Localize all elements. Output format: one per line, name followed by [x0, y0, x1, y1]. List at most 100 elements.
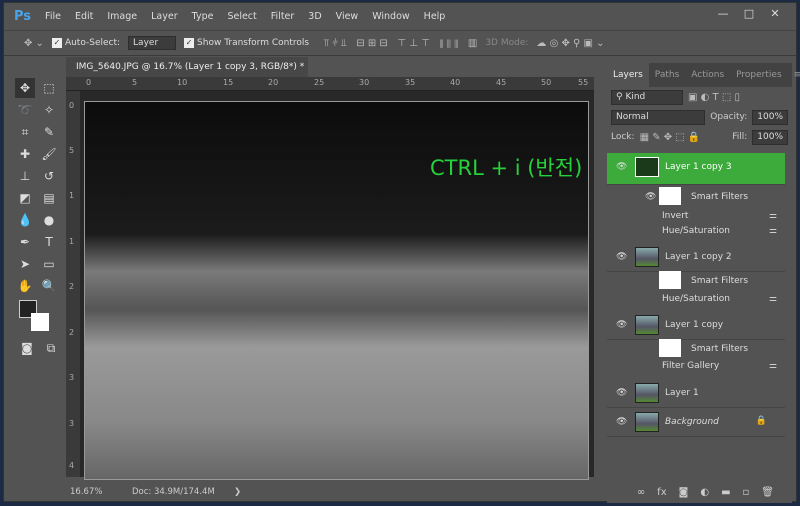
- background-color[interactable]: [31, 313, 49, 331]
- kind-filter[interactable]: ⚲ Kind: [611, 89, 683, 105]
- menu-help[interactable]: Help: [424, 11, 446, 22]
- document-tab[interactable]: IMG_5640.JPG @ 16.7% (Layer 1 copy 3, RG…: [66, 57, 308, 92]
- opacity-input[interactable]: 100%: [752, 109, 788, 125]
- layer-name: Layer 1 copy 3: [665, 162, 732, 172]
- menu-edit[interactable]: Edit: [75, 11, 93, 22]
- filter-item[interactable]: Hue/Saturation: [662, 226, 730, 236]
- move-tool-icon[interactable]: ✥: [15, 78, 35, 98]
- menu-3d[interactable]: 3D: [308, 11, 321, 22]
- maximize-button[interactable]: □: [736, 5, 762, 23]
- move-tool-icon[interactable]: ✥ ⌄: [24, 38, 44, 49]
- menu-view[interactable]: View: [336, 11, 359, 22]
- menu-window[interactable]: Window: [372, 11, 409, 22]
- eye-icon[interactable]: 👁: [616, 252, 627, 262]
- close-button[interactable]: ✕: [762, 5, 788, 23]
- show-transform-checkbox[interactable]: ✓ Show Transform Controls: [184, 38, 309, 48]
- eye-icon[interactable]: 👁: [645, 192, 656, 202]
- adjustment-icon[interactable]: ◐: [700, 487, 709, 498]
- filter-options-icon[interactable]: ⚌: [769, 361, 777, 371]
- eye-icon[interactable]: 👁: [616, 417, 627, 427]
- filter-options-icon[interactable]: ⚌: [769, 211, 777, 221]
- eye-icon[interactable]: 👁: [616, 162, 627, 172]
- filter-options-icon[interactable]: ⚌: [769, 294, 777, 304]
- marquee-tool-icon[interactable]: ⬚: [39, 78, 59, 98]
- screen-mode-icon[interactable]: ⧉: [41, 338, 61, 358]
- pen-icon[interactable]: ✒: [15, 232, 35, 252]
- toolbox: ✥ ⬚ ➰ ✧ ⌗ ✎ ✚ 🖌 ⊥ ↺ ◩ ▤ 💧 ● ✒ T ➤ ▭ ✋ 🔍 …: [9, 63, 63, 363]
- blur-icon[interactable]: 💧: [15, 210, 35, 230]
- mask-icon[interactable]: ◙: [679, 487, 689, 498]
- document-title: IMG_5640.JPG @ 16.7% (Layer 1 copy 3, RG…: [76, 62, 305, 72]
- eye-icon[interactable]: 👁: [616, 320, 627, 330]
- menu-file[interactable]: File: [45, 11, 61, 22]
- tab-paths[interactable]: Paths: [649, 70, 685, 80]
- zoom-level[interactable]: 16.67%: [70, 487, 102, 497]
- panel-menu-icon[interactable]: ≡: [788, 70, 800, 80]
- align-icons[interactable]: ⫪ ⫩ ⫫ ⊟ ⊞ ⊟ ⊤ ⊥ ⊤ ⫴ ⫴ ⫴ ▥: [317, 38, 477, 49]
- lock-label: Lock:: [611, 132, 635, 142]
- lock-icons[interactable]: ▦ ✎ ✥ ⬚ 🔒: [640, 132, 701, 143]
- eye-icon[interactable]: 👁: [616, 388, 627, 398]
- eraser-icon[interactable]: ◩: [15, 188, 35, 208]
- tab-layers[interactable]: Layers: [607, 63, 649, 87]
- layer-row[interactable]: 👁 Layer 1 copy 2: [607, 243, 785, 272]
- menu-select[interactable]: Select: [227, 11, 256, 22]
- healing-icon[interactable]: ✚: [15, 144, 35, 164]
- lock-icon: 🔒: [755, 416, 767, 426]
- filter-options-icon[interactable]: ⚌: [769, 226, 777, 236]
- ruler-left[interactable]: 0 5 1 1 2 2 3 3 4: [66, 91, 80, 477]
- 3d-tools-icons[interactable]: ☁ ◎ ✥ ⚲ ▣ ⌄: [536, 38, 604, 49]
- stamp-icon[interactable]: ⊥: [15, 166, 35, 186]
- filter-icons[interactable]: ▣ ◐ T ⬚ ▯: [688, 92, 740, 103]
- trash-icon[interactable]: 🗑: [761, 487, 774, 498]
- layer-row[interactable]: 👁 Layer 1: [607, 379, 785, 408]
- layers-panel-footer: ∞ fx ◙ ◐ ▬ ▫ 🗑: [607, 481, 792, 503]
- status-bar: 16.67% Doc: 34.9M/174.4M ❯: [66, 487, 594, 501]
- filter-item[interactable]: Filter Gallery: [662, 361, 719, 371]
- layer-row[interactable]: 👁 Layer 1 copy 3: [607, 153, 785, 185]
- group-icon[interactable]: ▬: [721, 487, 730, 498]
- dodge-icon[interactable]: ●: [39, 210, 59, 230]
- fx-icon[interactable]: fx: [657, 487, 666, 498]
- path-select-icon[interactable]: ➤: [15, 254, 35, 274]
- crop-tool-icon[interactable]: ⌗: [15, 122, 35, 142]
- auto-select-dropdown[interactable]: Layer: [128, 36, 177, 50]
- brush-icon[interactable]: 🖌: [39, 144, 59, 164]
- ruler-tick: 55: [578, 78, 589, 87]
- new-layer-icon[interactable]: ▫: [743, 487, 750, 498]
- ruler-tick: 45: [496, 78, 507, 87]
- tab-properties[interactable]: Properties: [730, 70, 787, 80]
- eyedropper-icon[interactable]: ✎: [39, 122, 59, 142]
- layer-row[interactable]: 👁 Layer 1 copy: [607, 311, 785, 340]
- minimize-button[interactable]: —: [710, 5, 736, 23]
- shape-icon[interactable]: ▭: [39, 254, 59, 274]
- layer-row[interactable]: 👁 Background 🔒: [607, 408, 785, 437]
- history-brush-icon[interactable]: ↺: [39, 166, 59, 186]
- gradient-icon[interactable]: ▤: [39, 188, 59, 208]
- quick-mask-icon[interactable]: ◙: [17, 338, 37, 358]
- zoom-icon[interactable]: 🔍: [39, 276, 59, 296]
- link-icon[interactable]: ∞: [637, 487, 645, 498]
- ruler-top[interactable]: 0 5 10 15 20 25 30 35 40 45 50 55: [66, 77, 594, 91]
- show-transform-label: Show Transform Controls: [197, 38, 310, 48]
- blend-mode-select[interactable]: Normal: [611, 109, 706, 125]
- hand-icon[interactable]: ✋: [15, 276, 35, 296]
- ruler-tick: 2: [69, 282, 75, 291]
- filter-mask-thumbnail: [659, 187, 681, 205]
- layer-thumbnail: [635, 383, 659, 403]
- lasso-tool-icon[interactable]: ➰: [15, 100, 35, 120]
- menu-type[interactable]: Type: [192, 11, 214, 22]
- filter-item[interactable]: Invert: [662, 211, 688, 221]
- canvas-image[interactable]: CTRL + i (반전): [84, 101, 589, 480]
- menu-layer[interactable]: Layer: [151, 11, 178, 22]
- auto-select-checkbox[interactable]: ✓ Auto-Select:: [51, 38, 120, 48]
- magic-wand-icon[interactable]: ✧: [39, 100, 59, 120]
- status-arrow[interactable]: ❯: [234, 487, 241, 497]
- menu-filter[interactable]: Filter: [271, 11, 295, 22]
- tab-actions[interactable]: Actions: [685, 70, 730, 80]
- layers-panel: Layers Paths Actions Properties ≡ ⚲ Kind…: [607, 63, 800, 503]
- menu-image[interactable]: Image: [107, 11, 137, 22]
- filter-item[interactable]: Hue/Saturation: [662, 294, 730, 304]
- fill-input[interactable]: 100%: [752, 129, 788, 145]
- type-icon[interactable]: T: [39, 232, 59, 252]
